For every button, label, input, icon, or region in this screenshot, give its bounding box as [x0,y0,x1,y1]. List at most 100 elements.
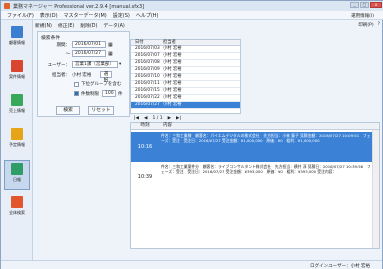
detail-row[interactable]: 10:39 件名：三和工業案件分 顧客名：ライブコンサルタント株式会社 先方担当… [131,163,373,191]
user-label: ユーザー： [47,62,70,68]
sidebar-item-customers[interactable]: 顧客情報 [4,24,30,54]
new-button[interactable]: 新規(N) [35,22,52,29]
filter-header: 検索条件 [41,36,61,41]
table-row[interactable]: 2016/07/03 小村 宏裕 [131,46,240,53]
table-row[interactable]: 2016/07/07 小村 宏裕 [131,53,240,60]
date-from-input[interactable]: 2016/07/01 [72,41,106,48]
user-select[interactable]: 営業1課（営業部） [72,61,118,68]
data-menu-button[interactable]: データ(A) [103,22,124,29]
person-cell: 小村 宏裕 [163,46,182,51]
schedule-icon [11,128,23,140]
date-cell: 2016/07/03 [135,46,160,51]
last-page-button[interactable]: ▶| [176,116,181,121]
date-cell: 2016/07/11 [135,81,160,86]
sidebar-item-label: 顧客情報 [9,40,25,45]
select-person-button[interactable]: 選択 [100,71,112,83]
window-title: 業務マネージャー Professional ver.2.9.4 [manual.… [13,3,145,10]
count-limit-checkbox[interactable] [74,91,79,96]
person-cell: 小村 宏裕 [163,81,182,86]
sidebar-item-label: 売上情報 [9,108,25,113]
menu-bar: ファイル(F) 表示(D) マスターデータ(M) 設定(S) ヘルプ(H) 運用… [1,11,383,20]
app-logo-icon [4,3,10,9]
detail-row[interactable]: 10:16 件名：三和工業様 顧客名：パイエムデジタルの株式会社 先方担当：小林… [131,132,373,162]
table-row[interactable]: 2016/07/11 小村 宏裕 [131,81,240,88]
search-filter-panel: 検索条件 期間： 2016/07/01 ▦ 〜 2016/07/27 ▦ ユーザ… [37,31,130,117]
person-cell: 小村 宏裕 [163,95,182,100]
person-cell: 小村 宏裕 [163,60,182,65]
table-row[interactable]: 2016/07/09 小村 宏裕 [131,67,240,74]
report-detail-table: 時刻 内容 10:16 件名：三和工業様 顧客名：パイエムデジタルの株式会社 先… [130,122,380,249]
print-button[interactable]: 印刷(P) [358,22,373,28]
next-page-button[interactable]: ▶ [168,116,171,121]
maximize-button[interactable]: □ [360,2,369,8]
sidebar-item-global-search[interactable]: 全体検索 [4,194,30,224]
table-row[interactable]: 2016/07/08 小村 宏裕 [131,60,240,67]
column-date[interactable]: 日付 [131,40,161,45]
menu-help[interactable]: ヘルプ(H) [136,12,159,19]
sidebar-item-daily-report[interactable]: 日報 [4,160,30,190]
menu-settings[interactable]: 設定(S) [113,12,130,19]
table-row[interactable]: 2016/07/10 小村 宏裕 [131,74,240,81]
subordinate-row: 下位グループを含む [74,81,121,87]
column-content[interactable]: 内容 [159,123,172,129]
date-list-table: 日付 担当者 2016/07/03 小村 宏裕 2016/07/07 小村 宏裕 201… [130,39,241,114]
date-rows: 2016/07/03 小村 宏裕 2016/07/07 小村 宏裕 2016/07/08… [131,46,240,109]
count-limit-label: 件数制限 [81,91,99,97]
sidebar-item-label: 予定情報 [9,142,25,147]
chevron-down-icon[interactable]: ▾ [119,62,121,67]
title-bar: 業務マネージャー Professional ver.2.9.4 [manual.… [1,1,383,11]
login-user-status: ログインユーザー：小村 宏裕 [310,264,370,269]
edit-button[interactable]: 修正(E) [58,22,74,29]
calendar-icon[interactable]: ▦ [108,51,113,57]
person-cell: 小村 宏裕 [163,67,182,72]
detail-text: 件名：三和工業案件分 顧客名：ライブコンサルタント株式会社 先方担当：横井 淳 … [161,164,371,174]
user-row: ユーザー： 営業1課（営業部） ▾ [40,61,121,68]
first-page-button[interactable]: |◀ [134,116,139,121]
subordinate-checkbox[interactable] [74,81,79,87]
sidebar-item-schedule[interactable]: 予定情報 [4,126,30,156]
person-row: 担当者： 小村 宏裕 選択 [40,71,112,83]
menu-master-data[interactable]: マスターデータ(M) [64,12,107,19]
sidebar-item-projects[interactable]: 案件情報 [4,58,30,88]
table-row[interactable]: 2016/07/22 小村 宏裕 [131,95,240,102]
subordinate-label: 下位グループを含む [81,82,122,87]
person-cell: 小村 宏裕 [163,74,182,79]
count-limit-input[interactable]: 100 [102,90,116,97]
close-button[interactable]: × [370,2,382,8]
window-controls: _ □ × [350,2,382,8]
project-icon [11,60,23,72]
customer-card-icon [11,26,23,38]
date-label: 期間： [56,42,71,48]
date-cell: 2016/07/15 [135,88,160,93]
sales-icon [11,94,23,106]
calendar-icon[interactable]: ▦ [108,42,113,48]
help-icon[interactable]: ? [378,22,380,28]
vertical-scrollbar[interactable] [372,130,379,248]
delete-button[interactable]: 削除(D) [80,22,97,29]
reset-button[interactable]: リセット [88,106,114,115]
person-cell: 小村 宏裕 [163,102,182,107]
daily-report-icon [11,163,23,175]
sidebar-item-sales[interactable]: 売上情報 [4,92,30,122]
column-time[interactable]: 時刻 [131,123,159,129]
date-from-row: 期間： 2016/07/01 ▦ [40,41,113,48]
minimize-button[interactable]: _ [350,2,359,8]
toolbar: 新規(N) 修正(E) 削除(D) データ(A) 印刷(P) ? [35,21,382,30]
date-to-input[interactable]: 2016/07/27 [72,50,106,57]
date-cell: 2016/07/27 [135,102,160,107]
person-cell: 小村 宏裕 [163,88,182,93]
table-row[interactable]: 2016/07/15 小村 宏裕 [131,88,240,95]
table-row[interactable]: 2016/07/27 小村 宏裕 [131,102,240,109]
detail-time: 10:16 [137,144,153,150]
date-cell: 2016/07/08 [135,60,160,65]
column-person[interactable]: 担当者 [161,40,231,45]
sidebar: 顧客情報 案件情報 売上情報 予定情報 日報 全体検索 [1,20,33,260]
menu-operation-info[interactable]: 運用情報(I) [351,13,374,19]
menu-view[interactable]: 表示(D) [40,12,58,19]
prev-page-button[interactable]: ◀ [144,116,147,121]
menu-file[interactable]: ファイル(F) [7,12,34,19]
count-unit: 件 [118,91,123,97]
detail-header: 時刻 内容 [131,123,379,130]
search-button[interactable]: 検索 [56,106,80,115]
date-cell: 2016/07/09 [135,67,160,72]
